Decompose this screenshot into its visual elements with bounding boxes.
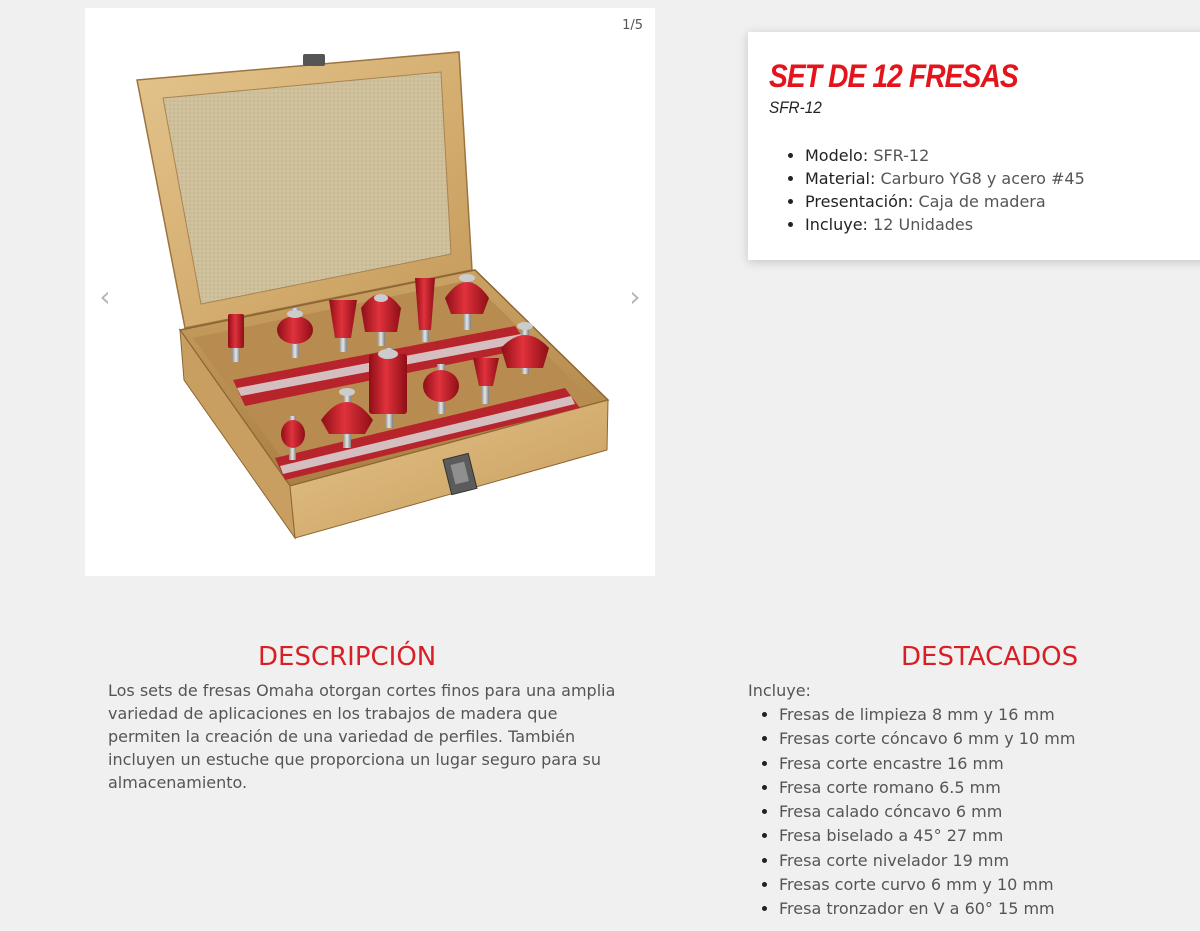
spec-item-modelo: Modelo: SFR-12 (805, 144, 1085, 167)
description-heading: DESCRIPCIÓN (258, 642, 437, 672)
description-text: Los sets de fresas Omaha otorgan cortes … (108, 681, 616, 792)
spec-item-presentacion: Presentación: Caja de madera (805, 190, 1085, 213)
spec-value: Caja de madera (918, 192, 1046, 211)
spec-value: 12 Unidades (873, 215, 974, 234)
product-model-code: SFR-12 (769, 98, 822, 117)
spec-value: Carburo YG8 y acero #45 (880, 169, 1085, 188)
list-item: Fresas corte curvo 6 mm y 10 mm (779, 873, 1075, 897)
spec-label: Modelo: (805, 146, 869, 165)
product-photo (136, 51, 610, 540)
list-item: Fresas de limpieza 8 mm y 16 mm (779, 703, 1075, 727)
product-image-gallery: 1/5 ‹ › (85, 8, 655, 576)
product-spec-card: SET DE 12 FRESAS SFR-12 Modelo: SFR-12 M… (748, 32, 1200, 260)
product-title: SET DE 12 FRESAS (769, 58, 1019, 94)
spec-label: Presentación: (805, 192, 914, 211)
spec-value: SFR-12 (873, 146, 930, 165)
spec-list: Modelo: SFR-12 Material: Carburo YG8 y a… (784, 144, 1085, 236)
list-item: Fresas corte cóncavo 6 mm y 10 mm (779, 727, 1075, 751)
list-item: Fresa calado cóncavo 6 mm (779, 800, 1075, 824)
list-item: Fresa corte romano 6.5 mm (779, 776, 1075, 800)
highlights-heading: DESTACADOS (901, 642, 1079, 672)
spec-item-material: Material: Carburo YG8 y acero #45 (805, 167, 1085, 190)
spec-label: Material: (805, 169, 876, 188)
highlights-intro: Incluye: (748, 681, 811, 700)
list-item: Fresa corte nivelador 19 mm (779, 849, 1075, 873)
list-item: Fresa tronzador en V a 60° 15 mm (779, 897, 1075, 921)
list-item: Fresa corte encastre 16 mm (779, 752, 1075, 776)
highlights-list: Fresas de limpieza 8 mm y 16 mm Fresas c… (758, 703, 1075, 922)
spec-item-incluye: Incluye: 12 Unidades (805, 213, 1085, 236)
spec-label: Incluye: (805, 215, 868, 234)
list-item: Fresa biselado a 45° 27 mm (779, 824, 1075, 848)
